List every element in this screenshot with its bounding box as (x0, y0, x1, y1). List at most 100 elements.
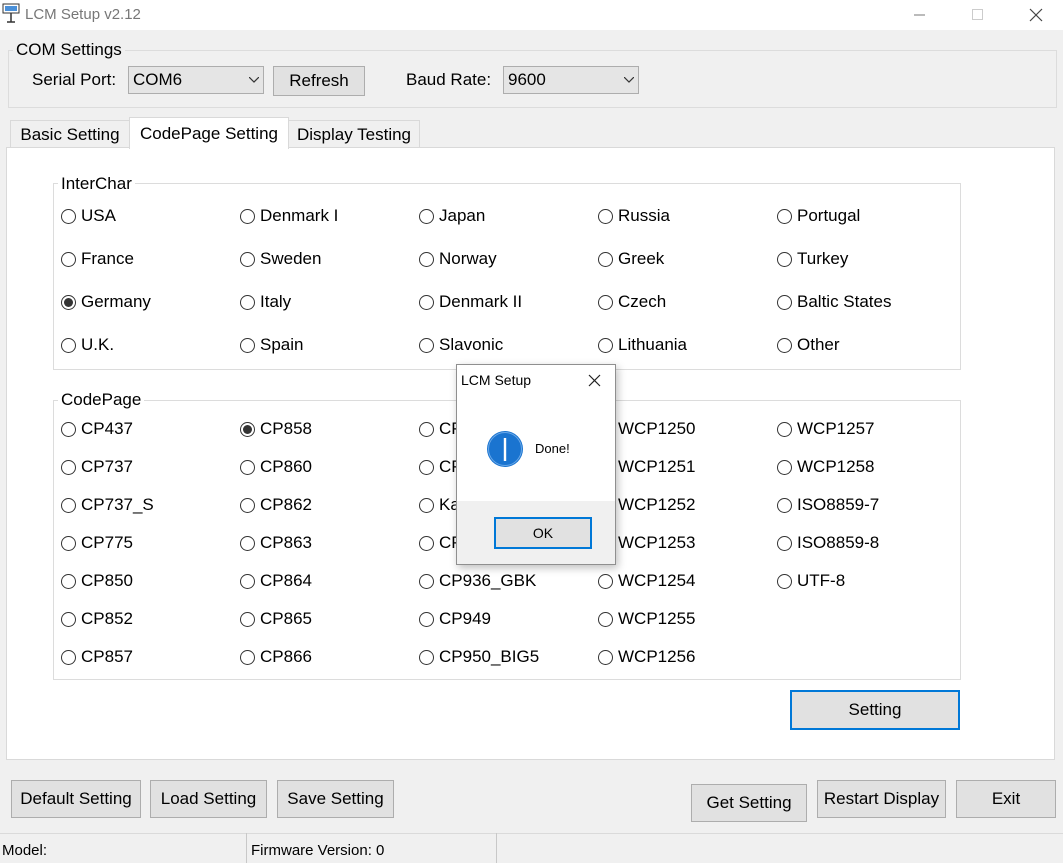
codepage-radio-wcp1257[interactable]: WCP1257 (777, 419, 874, 439)
radio-circle-icon (61, 337, 76, 353)
radio-circle-icon (777, 294, 792, 310)
interchar-radio-russia[interactable]: Russia (598, 206, 670, 226)
codepage-radio-wcp1255[interactable]: WCP1255 (598, 609, 695, 629)
radio-label: Turkey (797, 249, 849, 268)
codepage-radio-cp775[interactable]: CP775 (61, 533, 133, 553)
codepage-radio-cp737[interactable]: CP737 (61, 457, 133, 477)
codepage-radio-cp866[interactable]: CP866 (240, 647, 312, 667)
save-setting-button[interactable]: Save Setting (277, 780, 394, 818)
minimize-icon (914, 14, 925, 16)
interchar-radio-japan[interactable]: Japan (419, 206, 485, 226)
radio-circle-icon (598, 337, 613, 353)
get-setting-button[interactable]: Get Setting (691, 784, 807, 822)
maximize-icon (972, 9, 983, 20)
close-icon (1029, 8, 1043, 22)
interchar-radio-slavonic[interactable]: Slavonic (419, 335, 503, 355)
interchar-radio-spain[interactable]: Spain (240, 335, 303, 355)
app-icon (2, 3, 20, 23)
radio-circle-icon (61, 251, 76, 267)
codepage-radio-wcp1256[interactable]: WCP1256 (598, 647, 695, 667)
radio-circle-icon (240, 208, 255, 224)
codepage-radio-cp936-gbk[interactable]: CP936_GBK (419, 571, 536, 591)
refresh-button[interactable]: Refresh (273, 66, 365, 96)
radio-label: CP850 (81, 571, 133, 590)
radio-label: ISO8859-8 (797, 533, 880, 552)
codepage-radio-cp852[interactable]: CP852 (61, 609, 133, 629)
radio-label: CP775 (81, 533, 133, 552)
codepage-radio-cp860[interactable]: CP860 (240, 457, 312, 477)
radio-circle-icon (61, 649, 76, 665)
codepage-radio-cp437[interactable]: CP437 (61, 419, 133, 439)
interchar-radio-denmark-i[interactable]: Denmark I (240, 206, 338, 226)
tab-display-testing[interactable]: Display Testing (288, 120, 420, 148)
radio-circle-icon (598, 251, 613, 267)
setting-button[interactable]: Setting (790, 690, 960, 730)
codepage-radio-utf-8[interactable]: UTF-8 (777, 571, 845, 591)
radio-circle-icon (419, 459, 434, 475)
radio-label: WCP1253 (618, 533, 696, 552)
interchar-radio-turkey[interactable]: Turkey (777, 249, 848, 269)
codepage-radio-wcp1258[interactable]: WCP1258 (777, 457, 874, 477)
radio-selected-dot-icon (64, 297, 73, 307)
radio-label: CP866 (260, 647, 312, 666)
maximize-button[interactable] (955, 0, 1001, 30)
serial-port-value: COM6 (133, 70, 183, 89)
codepage-radio-ka[interactable]: Ka (419, 495, 460, 515)
codepage-radio-cp857[interactable]: CP857 (61, 647, 133, 667)
interchar-radio-france[interactable]: France (61, 249, 134, 269)
codepage-radio-cp950-big5[interactable]: CP950_BIG5 (419, 647, 539, 667)
interchar-radio-germany[interactable]: Germany (61, 292, 151, 312)
radio-circle-icon (240, 421, 255, 437)
codepage-radio-cp858[interactable]: CP858 (240, 419, 312, 439)
radio-circle-icon (598, 294, 613, 310)
tab-basic-setting[interactable]: Basic Setting (10, 120, 130, 148)
baud-rate-select[interactable]: 9600 (503, 66, 639, 94)
radio-label: Sweden (260, 249, 322, 268)
radio-label: Spain (260, 335, 304, 354)
tab-codepage-setting[interactable]: CodePage Setting (129, 117, 289, 149)
codepage-radio-cp862[interactable]: CP862 (240, 495, 312, 515)
interchar-radio-greek[interactable]: Greek (598, 249, 664, 269)
interchar-radio-usa[interactable]: USA (61, 206, 116, 226)
codepage-radio-cp864[interactable]: CP864 (240, 571, 312, 591)
interchar-radio-portugal[interactable]: Portugal (777, 206, 860, 226)
radio-circle-icon (419, 535, 434, 551)
interchar-radio-u-k[interactable]: U.K. (61, 335, 114, 355)
serial-port-select[interactable]: COM6 (128, 66, 264, 94)
restart-display-button[interactable]: Restart Display (817, 780, 946, 818)
interchar-radio-other[interactable]: Other (777, 335, 840, 355)
baud-rate-value: 9600 (508, 70, 546, 89)
ok-button[interactable]: OK (494, 517, 592, 549)
dialog-close-button[interactable] (583, 369, 605, 391)
codepage-radio-cp850[interactable]: CP850 (61, 571, 133, 591)
radio-label: Lithuania (618, 335, 688, 354)
codepage-radio-cp949[interactable]: CP949 (419, 609, 491, 629)
codepage-radio-cp737-s[interactable]: CP737_S (61, 495, 154, 515)
interchar-radio-italy[interactable]: Italy (240, 292, 291, 312)
interchar-radio-denmark-ii[interactable]: Denmark II (419, 292, 522, 312)
exit-button[interactable]: Exit (956, 780, 1056, 818)
interchar-radio-baltic-states[interactable]: Baltic States (777, 292, 892, 312)
codepage-radio-cp865[interactable]: CP865 (240, 609, 312, 629)
radio-circle-icon (419, 251, 434, 267)
interchar-radio-lithuania[interactable]: Lithuania (598, 335, 687, 355)
radio-label: CP858 (260, 419, 312, 438)
codepage-radio-wcp1254[interactable]: WCP1254 (598, 571, 695, 591)
codepage-radio-iso8859-8[interactable]: ISO8859-8 (777, 533, 879, 553)
close-button[interactable] (1013, 0, 1059, 30)
radio-label: CP936_GBK (439, 571, 537, 590)
interchar-radio-norway[interactable]: Norway (419, 249, 497, 269)
minimize-button[interactable] (897, 0, 943, 30)
radio-circle-icon (61, 535, 76, 551)
interchar-radio-czech[interactable]: Czech (598, 292, 666, 312)
interchar-radio-sweden[interactable]: Sweden (240, 249, 321, 269)
default-setting-button[interactable]: Default Setting (11, 780, 141, 818)
radio-label: Other (797, 335, 840, 354)
codepage-radio-iso8859-7[interactable]: ISO8859-7 (777, 495, 879, 515)
load-setting-button[interactable]: Load Setting (150, 780, 267, 818)
radio-label: Denmark I (260, 206, 339, 225)
radio-label: Baltic States (797, 292, 892, 311)
radio-circle-icon (777, 535, 792, 551)
codepage-radio-cp863[interactable]: CP863 (240, 533, 312, 553)
radio-label: WCP1251 (618, 457, 696, 476)
